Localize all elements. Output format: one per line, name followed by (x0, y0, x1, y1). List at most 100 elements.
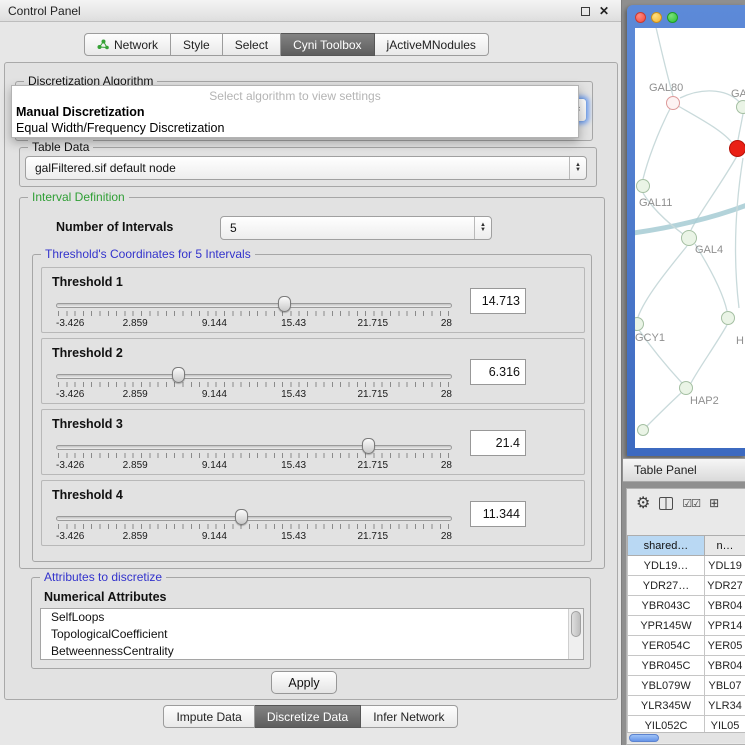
vertical-scrollbar[interactable] (568, 609, 583, 659)
apply-button[interactable]: Apply (271, 671, 337, 694)
slider-track[interactable] (56, 445, 452, 450)
table-cell[interactable]: YDR27 (705, 576, 745, 596)
table-row[interactable]: YBL079WYBL07 (628, 676, 745, 696)
threshold-4-slider[interactable]: -3.426 2.859 9.144 15.43 21.715 28 (56, 507, 452, 545)
threshold-4-value-field[interactable]: 11.344 (470, 501, 526, 527)
tab-label: Infer Network (373, 710, 444, 724)
slider-track[interactable] (56, 516, 452, 521)
table-row[interactable]: YLR345WYLR34 (628, 696, 745, 716)
table-cell[interactable]: YBL079W (628, 676, 705, 696)
list-item-betweennesscentrality[interactable]: BetweennessCentrality (41, 643, 583, 660)
interval-definition-group: Interval Definition Number of Intervals … (19, 197, 605, 569)
tab-select[interactable]: Select (223, 33, 281, 56)
threshold-3-slider[interactable]: -3.426 2.859 9.144 15.43 21.715 28 (56, 436, 452, 474)
network-node-hap2[interactable] (679, 381, 693, 395)
scrollbar-thumb[interactable] (571, 611, 581, 637)
table-cell[interactable]: YDR27… (628, 576, 705, 596)
algorithm-option-placeholder[interactable]: Select algorithm to view settings (12, 88, 578, 104)
network-node[interactable] (721, 311, 735, 325)
tab-network[interactable]: Network (84, 33, 171, 56)
algorithm-option-manual-discretization[interactable]: Manual Discretization (12, 104, 578, 120)
table-panel-header[interactable]: Table Panel (623, 458, 745, 482)
slider-thumb[interactable] (278, 296, 291, 312)
table-cell[interactable]: YDL19 (705, 556, 745, 576)
algorithm-option-equal-width-frequency[interactable]: Equal Width/Frequency Discretization (12, 120, 578, 136)
table-cell[interactable]: YLR345W (628, 696, 705, 716)
tab-impute-data[interactable]: Impute Data (163, 705, 254, 728)
numerical-attributes-list[interactable]: SelfLoops TopologicalCoefficient Between… (40, 608, 584, 660)
algorithm-dropdown-popup: Select algorithm to view settings Manual… (11, 85, 579, 138)
threshold-1-slider[interactable]: -3.426 2.859 9.144 15.43 21.715 28 (56, 294, 452, 332)
network-node[interactable] (736, 100, 745, 114)
minimize-traffic-light-icon[interactable] (651, 12, 662, 23)
scrollbar-thumb[interactable] (629, 734, 659, 742)
tab-style[interactable]: Style (171, 33, 223, 56)
slider-thumb[interactable] (235, 509, 248, 525)
table-row[interactable]: YDR27…YDR27 (628, 576, 745, 596)
num-intervals-value: 5 (221, 221, 474, 235)
zoom-traffic-light-icon[interactable] (667, 12, 678, 23)
horizontal-scrollbar[interactable] (627, 732, 745, 743)
tab-label: Style (183, 38, 210, 52)
node-attribute-table: shared… n… YDL19…YDL19 YDR27…YDR27 YBR04… (627, 535, 745, 736)
stepper-arrows-icon[interactable]: ▲▼ (474, 217, 491, 239)
slider-track[interactable] (56, 303, 452, 308)
network-edge (638, 246, 687, 317)
table-cell[interactable]: YBR04 (705, 596, 745, 616)
threshold-3-value-field[interactable]: 21.4 (470, 430, 526, 456)
stepper-arrows-icon[interactable]: ▲▼ (569, 157, 586, 179)
table-data-select[interactable]: galFiltered.sif default node ▲▼ (25, 156, 587, 180)
num-intervals-select[interactable]: 5 ▲▼ (220, 216, 492, 240)
list-item-topologicalcoefficient[interactable]: TopologicalCoefficient (41, 626, 583, 643)
table-row[interactable]: YPR145WYPR14 (628, 616, 745, 636)
threshold-2-value-field[interactable]: 6.316 (470, 359, 526, 385)
threshold-2-slider[interactable]: -3.426 2.859 9.144 15.43 21.715 28 (56, 365, 452, 403)
table-row[interactable]: YBR045CYBR04 (628, 656, 745, 676)
table-cell[interactable]: YBR045C (628, 656, 705, 676)
table-cell[interactable]: YER05 (705, 636, 745, 656)
column-header-name[interactable]: n… (705, 536, 745, 556)
gear-icon[interactable]: ⚙ (636, 493, 650, 513)
table-cell[interactable]: YPR14 (705, 616, 745, 636)
float-window-icon[interactable] (581, 7, 590, 16)
network-node-gal80[interactable] (666, 96, 680, 110)
tab-jactivemnodules[interactable]: jActiveMNodules (375, 33, 489, 56)
network-view-window[interactable]: GAL80 GA GAL11 GAL4 GCY1 H HAP2 (627, 5, 745, 456)
column-header-shared-name[interactable]: shared… (628, 536, 705, 556)
network-node[interactable] (637, 424, 649, 436)
close-traffic-light-icon[interactable] (635, 12, 646, 23)
table-cell[interactable]: YPR145W (628, 616, 705, 636)
tab-label: Select (235, 38, 268, 52)
tab-cyni-toolbox[interactable]: Cyni Toolbox (281, 33, 374, 56)
table-row[interactable]: YDL19…YDL19 (628, 556, 745, 576)
threshold-1-value-field[interactable]: 14.713 (470, 288, 526, 314)
slider-ticks (58, 453, 450, 458)
columns-icon[interactable] (659, 497, 673, 510)
table-row[interactable]: YBR043CYBR04 (628, 596, 745, 616)
group-title-thresholds: Threshold's Coordinates for 5 Intervals (41, 247, 255, 261)
control-panel-window: Control Panel ✕ Network Style Select Cyn… (0, 0, 622, 745)
threshold-1-label: Threshold 1 (52, 275, 123, 289)
select-checkboxes-icon[interactable]: ☑☑ (682, 497, 700, 510)
tab-discretize-data[interactable]: Discretize Data (255, 705, 361, 728)
network-node-gal11[interactable] (636, 179, 650, 193)
table-cell[interactable]: YBR04 (705, 656, 745, 676)
slider-thumb[interactable] (362, 438, 375, 454)
table-row[interactable]: YER054CYER05 (628, 636, 745, 656)
close-icon[interactable]: ✕ (599, 4, 609, 18)
table-cell[interactable]: YBR043C (628, 596, 705, 616)
list-item-selfloops[interactable]: SelfLoops (41, 609, 583, 626)
table-cell[interactable]: YDL19… (628, 556, 705, 576)
slider-track[interactable] (56, 374, 452, 379)
network-canvas[interactable]: GAL80 GA GAL11 GAL4 GCY1 H HAP2 (635, 28, 745, 448)
table-cell[interactable]: YBL07 (705, 676, 745, 696)
table-cell[interactable]: YER054C (628, 636, 705, 656)
slider-scale: -3.426 2.859 9.144 15.43 21.715 28 (56, 318, 452, 330)
network-node-highlighted[interactable] (729, 140, 745, 157)
grid-icon[interactable]: ⊞ (709, 496, 719, 510)
table-cell[interactable]: YLR34 (705, 696, 745, 716)
slider-thumb[interactable] (172, 367, 185, 383)
tab-infer-network[interactable]: Infer Network (361, 705, 457, 728)
node-label-gal11: GAL11 (639, 197, 672, 209)
control-panel-titlebar[interactable]: Control Panel ✕ (0, 0, 621, 22)
